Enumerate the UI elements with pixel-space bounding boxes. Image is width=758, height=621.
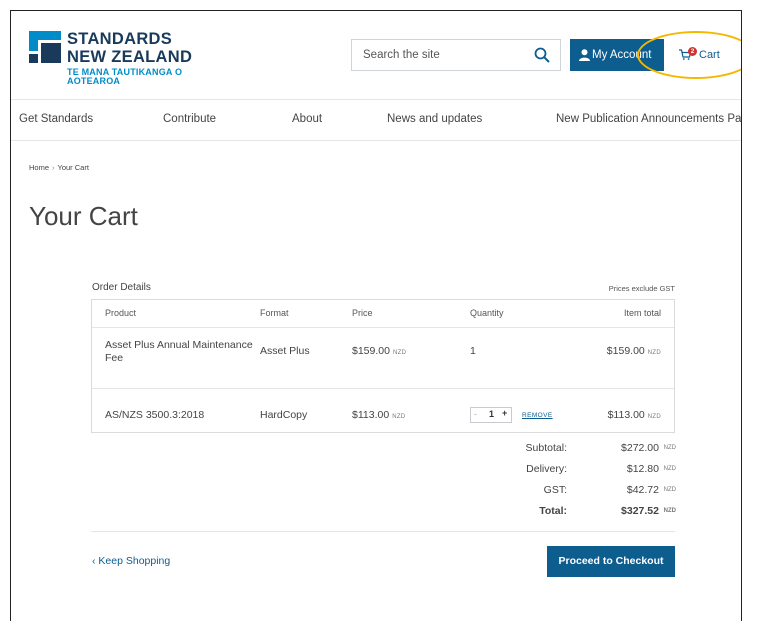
- row2-format: HardCopy: [260, 409, 308, 421]
- total-currency: NZD: [663, 508, 676, 514]
- row2-price: $113.00 NZD: [352, 409, 406, 421]
- breadcrumb: Home › Your Cart: [29, 163, 89, 172]
- row-divider: [92, 388, 674, 389]
- row1-price: $159.00 NZD: [352, 345, 407, 357]
- row1-product: Asset Plus Annual Maintenance Fee: [105, 339, 253, 364]
- col-header-price: Price: [352, 308, 373, 318]
- logo-text-line3: TE MANA TAUTIKANGA O AOTEAROA: [67, 67, 183, 86]
- decrement-button[interactable]: -: [474, 409, 477, 419]
- nav-item-about[interactable]: About: [292, 113, 322, 125]
- logo-text-line1: STANDARDS: [67, 30, 173, 48]
- subtotal-value: $272.00: [621, 442, 659, 454]
- col-header-item-total: Item total: [623, 308, 661, 318]
- col-header-quantity: Quantity: [470, 308, 504, 318]
- page-title: Your Cart: [29, 201, 138, 231]
- breadcrumb-home[interactable]: Home: [29, 163, 49, 172]
- search-icon[interactable]: [534, 47, 550, 63]
- subtotal-currency: NZD: [663, 445, 676, 451]
- summary-divider: [91, 531, 675, 532]
- site-logo[interactable]: STANDARDS NEW ZEALAND TE MANA TAUTIKANGA…: [29, 25, 199, 86]
- total-label: Total:: [539, 505, 567, 517]
- keep-shopping-label: Keep Shopping: [98, 555, 171, 567]
- page-frame: STANDARDS NEW ZEALAND TE MANA TAUTIKANGA…: [10, 10, 742, 621]
- main-nav: Get Standards Contribute About News and …: [11, 99, 741, 141]
- col-header-product: Product: [105, 308, 137, 318]
- logo-text-line2: NEW ZEALAND: [67, 47, 193, 66]
- proceed-to-checkout-button[interactable]: Proceed to Checkout: [547, 546, 675, 577]
- row2-item-total: $113.00 NZD: [607, 409, 661, 421]
- user-icon: [579, 49, 590, 61]
- nav-item-get-standards[interactable]: Get Standards: [19, 113, 93, 125]
- breadcrumb-separator: ›: [52, 163, 55, 172]
- subtotal-label: Subtotal:: [525, 442, 567, 454]
- search-input[interactable]: Search the site: [351, 39, 561, 71]
- highlight-ellipse: [637, 31, 741, 79]
- gst-label: GST:: [543, 484, 567, 496]
- chevron-left-icon: ‹: [92, 555, 96, 567]
- nav-item-news[interactable]: News and updates: [387, 113, 482, 125]
- row2-product: AS/NZS 3500.3:2018: [105, 409, 205, 421]
- row1-item-total: $159.00 NZD: [606, 345, 661, 357]
- remove-link[interactable]: REMOVE: [522, 412, 553, 419]
- row1-quantity: 1: [470, 345, 476, 357]
- gst-value: $42.72: [626, 484, 659, 496]
- logo-mark-icon: [29, 31, 61, 63]
- prices-note: Prices exclude GST: [608, 284, 675, 293]
- total-value: $327.52: [621, 505, 659, 517]
- gst-currency: NZD: [663, 487, 676, 493]
- nav-item-announcements[interactable]: New Publication Announcements Page: [556, 113, 741, 125]
- order-details-label: Order Details: [92, 282, 151, 293]
- site-header: STANDARDS NEW ZEALAND TE MANA TAUTIKANGA…: [11, 11, 741, 99]
- col-header-format: Format: [260, 308, 289, 318]
- row1-format: Asset Plus: [260, 345, 310, 357]
- increment-button[interactable]: +: [502, 408, 507, 418]
- delivery-label: Delivery:: [526, 463, 567, 475]
- delivery-currency: NZD: [663, 466, 676, 472]
- order-table: Product Format Price Quantity Item total…: [91, 299, 675, 433]
- delivery-value: $12.80: [626, 463, 659, 475]
- nav-item-contribute[interactable]: Contribute: [163, 113, 216, 125]
- breadcrumb-current: Your Cart: [57, 163, 89, 172]
- search-placeholder: Search the site: [363, 49, 440, 61]
- keep-shopping-link[interactable]: ‹ Keep Shopping: [92, 555, 170, 567]
- quantity-stepper: - 1 +: [470, 407, 512, 423]
- row-divider: [92, 327, 674, 328]
- quantity-input[interactable]: 1: [489, 409, 494, 419]
